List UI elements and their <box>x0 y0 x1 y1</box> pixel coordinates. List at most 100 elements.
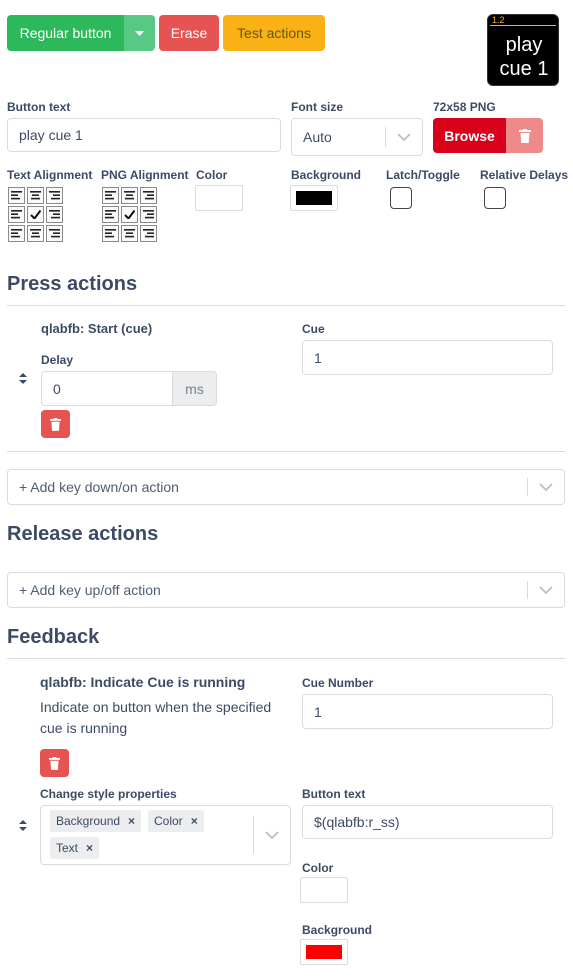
delay-unit: ms <box>172 371 217 406</box>
png-align-cell-8[interactable] <box>140 225 157 242</box>
trash-icon <box>50 417 61 431</box>
feedback-background-fill <box>306 945 342 959</box>
font-size-label: Font size <box>291 100 344 114</box>
text-align-cell-6[interactable] <box>8 225 25 242</box>
add-key-up-action-select[interactable]: + Add key up/off action <box>7 572 565 608</box>
align-left-icon <box>105 229 116 238</box>
png-align-cell-4[interactable] <box>121 206 138 223</box>
delay-input[interactable]: 0 <box>41 371 173 406</box>
checkmark-icon <box>124 210 135 219</box>
chevron-down-icon <box>539 586 553 595</box>
color-label: Color <box>196 168 228 182</box>
delete-feedback-button[interactable] <box>40 749 69 777</box>
font-size-value: Auto <box>303 129 332 145</box>
png-align-cell-1[interactable] <box>121 187 138 204</box>
text-align-cell-0[interactable] <box>8 187 25 204</box>
align-left-icon <box>11 210 22 219</box>
preview-text: play cue 1 <box>499 34 549 80</box>
latch-toggle-checkbox[interactable] <box>390 187 412 209</box>
background-swatch-fill <box>296 191 332 205</box>
button-preview: 1.2 play cue 1 <box>487 14 559 86</box>
remove-tag-icon[interactable]: × <box>191 814 198 828</box>
drag-sort-icon[interactable] <box>19 373 27 384</box>
style-properties-select[interactable]: Background × Color × Text × <box>40 805 291 865</box>
text-align-cell-7[interactable] <box>27 225 44 242</box>
text-align-cell-3[interactable] <box>8 206 25 223</box>
align-center-icon <box>124 229 135 238</box>
style-prop-tag-color[interactable]: Color × <box>148 810 204 832</box>
cue-number-input[interactable]: 1 <box>302 694 553 729</box>
align-left-icon <box>11 229 22 238</box>
relative-delays-label: Relative Delays <box>480 168 569 182</box>
text-alignment-grid[interactable] <box>8 187 63 242</box>
text-align-cell-1[interactable] <box>27 187 44 204</box>
test-actions-button[interactable]: Test actions <box>223 15 325 51</box>
style-prop-tag-text[interactable]: Text × <box>50 837 100 859</box>
release-actions-heading: Release actions <box>7 523 159 545</box>
remove-tag-icon[interactable]: × <box>128 814 135 828</box>
style-prop-tag-background[interactable]: Background × <box>50 810 142 832</box>
latch-toggle-label: Latch/Toggle <box>386 168 460 182</box>
png-align-cell-5[interactable] <box>140 206 157 223</box>
align-left-icon <box>11 191 22 200</box>
browse-button[interactable]: Browse <box>433 118 506 153</box>
png-align-cell-7[interactable] <box>121 225 138 242</box>
text-align-cell-5[interactable] <box>46 206 63 223</box>
text-align-cell-2[interactable] <box>46 187 63 204</box>
align-right-icon <box>143 191 154 200</box>
text-alignment-label: Text Alignment <box>7 168 93 182</box>
align-right-icon <box>49 229 60 238</box>
add-key-down-action-select[interactable]: + Add key down/on action <box>7 469 565 505</box>
png-align-cell-0[interactable] <box>102 187 119 204</box>
feedback-background-swatch[interactable] <box>300 939 348 965</box>
align-right-icon <box>49 191 60 200</box>
button-text-input[interactable]: play cue 1 <box>7 118 281 152</box>
press-actions-heading: Press actions <box>7 273 138 295</box>
caret-down-icon <box>135 30 144 36</box>
trash-icon <box>518 128 531 143</box>
preview-page-label: 1.2 <box>492 15 505 25</box>
delay-label: Delay <box>41 353 74 367</box>
press-action-name: qlabfb: Start (cue) <box>41 321 153 336</box>
color-swatch[interactable] <box>195 185 243 211</box>
align-left-icon <box>105 210 116 219</box>
chevron-down-icon <box>397 133 411 142</box>
align-center-icon <box>30 191 41 200</box>
png-align-cell-3[interactable] <box>102 206 119 223</box>
background-swatch[interactable] <box>290 185 338 211</box>
background-label: Background <box>291 168 362 182</box>
checkmark-icon <box>30 210 41 219</box>
font-size-select[interactable]: Auto <box>291 118 423 156</box>
text-align-cell-8[interactable] <box>46 225 63 242</box>
text-align-cell-4[interactable] <box>27 206 44 223</box>
cue-label: Cue <box>302 322 325 336</box>
png-alignment-grid[interactable] <box>102 187 157 242</box>
feedback-background-label: Background <box>302 923 373 937</box>
png-alignment-label: PNG Alignment <box>101 168 189 182</box>
style-dropdown-toggle[interactable] <box>124 15 155 51</box>
png-align-cell-2[interactable] <box>140 187 157 204</box>
button-text-label: Button text <box>7 100 71 114</box>
trash-icon <box>49 756 60 770</box>
align-right-icon <box>143 229 154 238</box>
feedback-heading: Feedback <box>7 626 100 648</box>
clear-png-button[interactable] <box>506 118 543 153</box>
cue-input[interactable]: 1 <box>302 340 553 375</box>
cue-number-label: Cue Number <box>302 676 374 690</box>
feedback-color-swatch[interactable] <box>300 877 348 903</box>
remove-tag-icon[interactable]: × <box>86 841 93 855</box>
erase-button[interactable]: Erase <box>159 15 219 51</box>
delete-press-action-button[interactable] <box>41 410 70 438</box>
align-center-icon <box>30 229 41 238</box>
chevron-down-icon <box>539 483 553 492</box>
feedback-button-text-input[interactable]: $(qlabfb:r_ss) <box>302 805 553 839</box>
png-align-cell-6[interactable] <box>102 225 119 242</box>
relative-delays-checkbox[interactable] <box>484 187 506 209</box>
align-right-icon <box>143 210 154 219</box>
align-center-icon <box>124 191 135 200</box>
drag-sort-icon[interactable] <box>19 820 27 831</box>
regular-button-dropdown[interactable]: Regular button <box>7 15 124 51</box>
feedback-color-label: Color <box>302 861 334 875</box>
color-swatch-fill <box>201 191 237 205</box>
feedback-color-fill <box>306 883 342 897</box>
